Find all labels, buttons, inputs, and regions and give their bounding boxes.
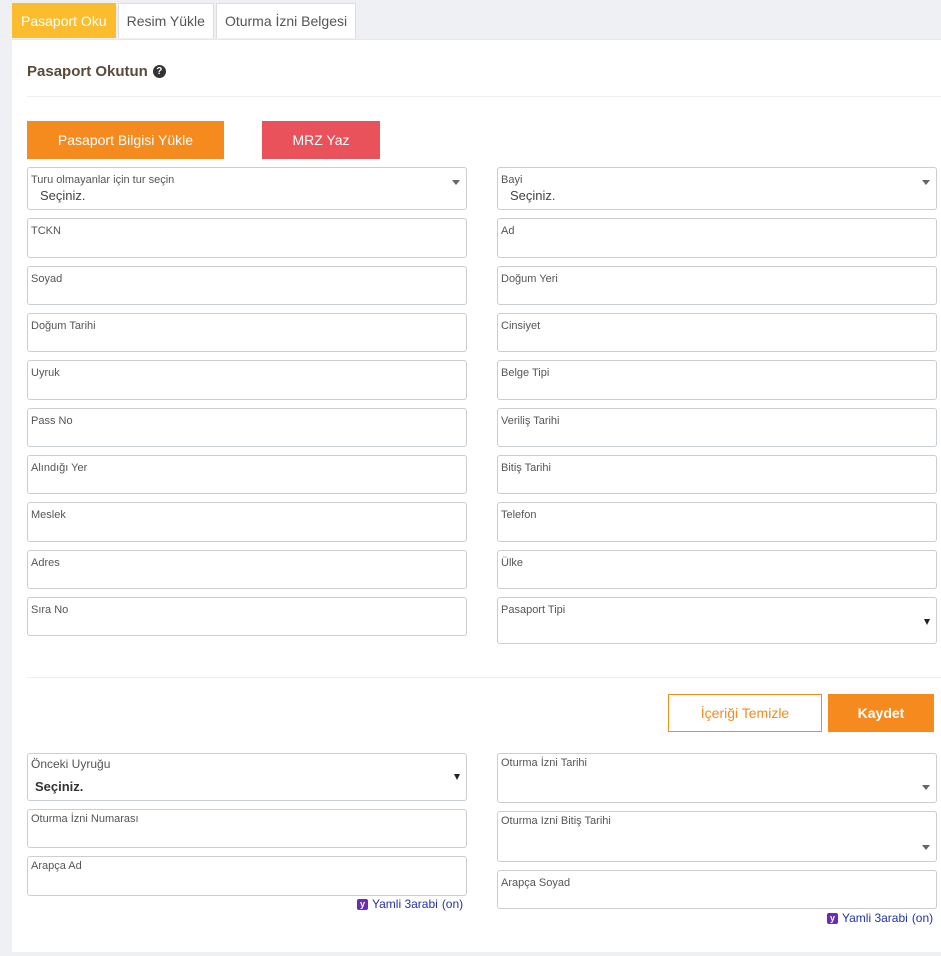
document-type-label: Belge Tipi (501, 367, 550, 379)
birth-place-field[interactable]: Doğum Yeri (497, 266, 937, 305)
address-label: Adres (31, 557, 60, 569)
residence-date-label: Oturma İzni Tarihi (501, 757, 587, 769)
dealer-select[interactable]: Bayi Seçiniz. (497, 167, 937, 210)
passport-type-label: Pasaport Tipi (501, 604, 566, 616)
tab-residence-permit[interactable]: Oturma İzni Belgesi (215, 3, 357, 38)
occupation-field[interactable]: Meslek (27, 502, 467, 542)
residence-end-date-field[interactable]: Oturma Izni Bitiş Tarihi (497, 811, 937, 862)
last-name-label: Soyad (31, 273, 63, 285)
page-title-text: Pasaport Okutun (27, 63, 148, 80)
yamli-toggle-first[interactable]: y Yamli 3arabi (on) (357, 897, 463, 911)
tckn-field[interactable]: TCKN (27, 218, 467, 258)
address-field[interactable]: Adres (27, 550, 467, 589)
chevron-down-icon (454, 774, 460, 780)
type-select-value: Seçiniz. (40, 188, 86, 203)
birth-date-label: Doğum Tarihi (31, 320, 96, 332)
divider (27, 96, 941, 97)
arabic-last-name-field[interactable]: Arapça Soyad (497, 870, 937, 909)
yamli-icon: y (827, 912, 838, 924)
pass-no-label: Pass No (31, 415, 73, 427)
mrz-button[interactable]: MRZ Yaz (262, 121, 380, 159)
arabic-first-name-label: Arapça Ad (31, 860, 82, 872)
issue-date-label: Veriliş Tarihi (501, 415, 560, 427)
sequence-no-field[interactable]: Sıra No (27, 597, 467, 636)
gender-field[interactable]: Cinsiyet (497, 313, 937, 352)
issue-date-field[interactable]: Veriliş Tarihi (497, 408, 937, 447)
dealer-value: Seçiniz. (510, 188, 556, 203)
load-passport-button[interactable]: Pasaport Bilgisi Yükle (27, 121, 224, 159)
gender-label: Cinsiyet (501, 320, 541, 332)
previous-nationality-label: Önceki Uyruğu (31, 757, 111, 771)
residence-end-date-label: Oturma Izni Bitiş Tarihi (501, 815, 611, 827)
help-icon[interactable]: ? (152, 65, 166, 78)
nationality-field[interactable]: Uyruk (27, 360, 467, 400)
occupation-label: Meslek (31, 509, 66, 521)
tab-passport-read[interactable]: Pasaport Oku (12, 3, 116, 38)
previous-nationality-value: Seçiniz. (35, 779, 84, 794)
issue-place-field[interactable]: Alındığı Yer (27, 455, 467, 494)
chevron-down-icon (922, 785, 930, 790)
chevron-down-icon (452, 180, 460, 185)
tab-image-upload[interactable]: Resim Yükle (117, 3, 214, 38)
first-name-label: Ad (501, 225, 515, 237)
previous-nationality-select[interactable]: Önceki Uyruğu Seçiniz. (27, 753, 467, 801)
arabic-first-name-field[interactable]: Arapça Ad (27, 856, 467, 896)
passport-type-select[interactable]: Pasaport Tipi (497, 597, 937, 644)
dealer-label: Bayi (501, 174, 523, 186)
yamli-state: (on) (911, 911, 934, 925)
yamli-label: Yamli 3arabi (372, 897, 438, 911)
page-title: Pasaport Okutun ? (27, 63, 166, 80)
phone-field[interactable]: Telefon (497, 502, 937, 542)
yamli-toggle-last[interactable]: y Yamli 3arabi (on) (827, 911, 933, 925)
country-field[interactable]: Ülke (497, 550, 937, 589)
first-name-field[interactable]: Ad (497, 218, 937, 258)
residence-number-label: Oturma İzni Numarası (31, 813, 139, 825)
residence-date-field[interactable]: Oturma İzni Tarihi (497, 753, 937, 803)
residence-number-field[interactable]: Oturma İzni Numarası (27, 809, 467, 848)
tckn-label: TCKN (31, 225, 61, 237)
chevron-down-icon (922, 180, 930, 185)
tab-bar: Pasaport Oku Resim Yükle Oturma İzni Bel… (12, 3, 358, 39)
country-label: Ülke (501, 557, 524, 569)
chevron-down-icon (922, 845, 930, 850)
birth-date-field[interactable]: Doğum Tarihi (27, 313, 467, 352)
divider (27, 677, 941, 678)
main-panel: Pasaport Okutun ? Pasaport Bilgisi Yükle… (12, 39, 941, 952)
expiry-date-label: Bitiş Tarihi (501, 462, 551, 474)
issue-place-label: Alındığı Yer (31, 462, 88, 474)
type-select-label: Turu olmayanlar için tur seçin (31, 174, 175, 186)
save-button[interactable]: Kaydet (828, 694, 934, 732)
expiry-date-field[interactable]: Bitiş Tarihi (497, 455, 937, 494)
pass-no-field[interactable]: Pass No (27, 408, 467, 447)
sequence-no-label: Sıra No (31, 604, 69, 616)
yamli-label: Yamli 3arabi (842, 911, 908, 925)
clear-content-button[interactable]: İçeriği Temizle (668, 694, 822, 732)
phone-label: Telefon (501, 509, 537, 521)
document-type-field[interactable]: Belge Tipi (497, 360, 937, 400)
birth-place-label: Doğum Yeri (501, 273, 558, 285)
yamli-state: (on) (441, 897, 464, 911)
chevron-down-icon (924, 619, 930, 625)
last-name-field[interactable]: Soyad (27, 266, 467, 305)
yamli-icon: y (357, 898, 368, 910)
nationality-label: Uyruk (31, 367, 60, 379)
type-select[interactable]: Turu olmayanlar için tur seçin Seçiniz. (27, 167, 467, 210)
arabic-last-name-label: Arapça Soyad (501, 877, 571, 889)
